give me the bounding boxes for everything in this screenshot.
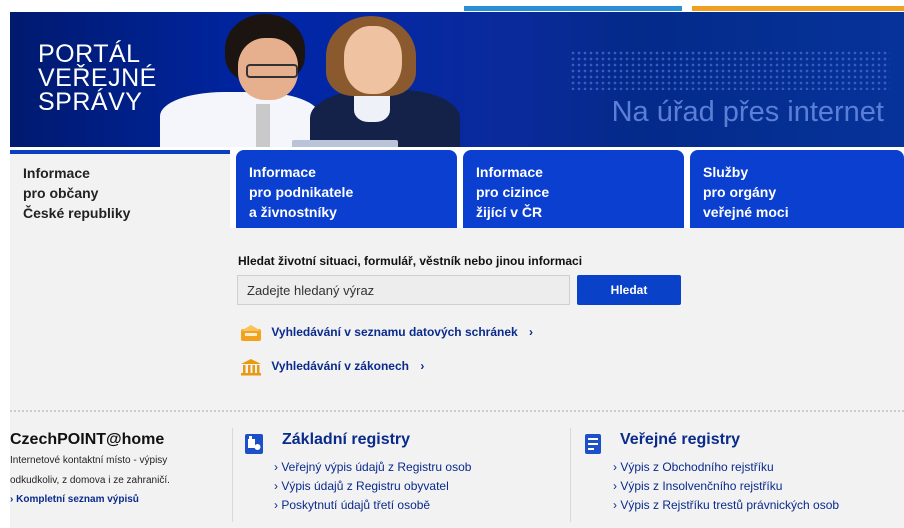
tab-label-line: žijící v ČR bbox=[476, 204, 543, 220]
chevron-right-icon: › bbox=[420, 359, 425, 374]
banner-photo-woman-collar bbox=[354, 92, 390, 122]
tab-citizens[interactable]: Informace pro občany České republiky bbox=[10, 150, 230, 228]
tab-foreigners[interactable]: Informace pro cizince žijící v ČR bbox=[463, 150, 684, 228]
header-banner: PORTÁL VEŘEJNÉ SPRÁVY Na úřad přes inter… bbox=[10, 12, 904, 147]
czechpoint-title: CzechPOINT@home bbox=[10, 431, 165, 448]
tab-label-line: pro orgány bbox=[703, 184, 777, 200]
description-line: Internetové kontaktní místo - výpisy bbox=[10, 455, 168, 466]
link-label: Vyhledávání v zákonech bbox=[271, 359, 409, 374]
logo-line: VEŘEJNÉ bbox=[38, 64, 157, 92]
tab-label-line: Informace bbox=[476, 164, 543, 180]
base-registry-link[interactable]: › Výpis údajů z Registru obyvatel bbox=[274, 477, 449, 495]
banner-dot-pattern bbox=[570, 50, 890, 90]
base-registries-title: Základní registry bbox=[282, 431, 411, 448]
logo-line: SPRÁVY bbox=[38, 88, 143, 116]
banner-photo-man-glasses bbox=[246, 64, 298, 78]
banner-photo-man-tie bbox=[256, 104, 270, 147]
logo-line: PORTÁL bbox=[38, 40, 141, 68]
databox-search-link[interactable]: Vyhledávání v seznamu datových schránek … bbox=[240, 324, 533, 344]
base-registry-icon bbox=[245, 434, 263, 454]
search-input[interactable] bbox=[237, 275, 570, 305]
tab-label-line: Informace bbox=[249, 164, 316, 180]
section-divider bbox=[10, 410, 904, 412]
public-registry-icon bbox=[585, 434, 601, 454]
banner-slogan: Na úřad přes internet bbox=[611, 96, 884, 128]
public-registry-link[interactable]: › Výpis z Insolvenčního rejstříku bbox=[613, 477, 782, 495]
tab-public-authorities[interactable]: Služby pro orgány veřejné moci bbox=[690, 150, 904, 228]
czechpoint-description: Internetové kontaktní místo - výpisy odk… bbox=[10, 451, 210, 491]
tab-label-line: pro podnikatele bbox=[249, 184, 354, 200]
courthouse-icon bbox=[241, 359, 261, 376]
link-label: Vyhledávání v seznamu datových schránek bbox=[271, 325, 518, 340]
public-registry-link[interactable]: › Výpis z Rejstříku trestů právnických o… bbox=[613, 496, 839, 514]
column-divider bbox=[232, 428, 233, 522]
mailbox-icon bbox=[241, 325, 261, 341]
description-line: odkudkoliv, z domova i ze zahraničí. bbox=[10, 475, 170, 486]
search-label: Hledat životní situaci, formulář, věstní… bbox=[238, 254, 583, 268]
public-registries-title: Veřejné registry bbox=[620, 431, 741, 448]
laws-search-link[interactable]: Vyhledávání v zákonech › bbox=[240, 358, 424, 378]
tab-label-line: Informace bbox=[23, 165, 90, 181]
chevron-right-icon: › bbox=[529, 325, 534, 340]
tab-entrepreneurs[interactable]: Informace pro podnikatele a živnostníky bbox=[236, 150, 457, 228]
tab-label-line: a živnostníky bbox=[249, 204, 337, 220]
banner-photo-laptop bbox=[292, 140, 398, 147]
banner-photo-man-shirt bbox=[160, 92, 320, 147]
portal-logo[interactable]: PORTÁL VEŘEJNÉ SPRÁVY bbox=[38, 40, 157, 116]
accent-strip-blue bbox=[464, 6, 682, 11]
full-list-link[interactable]: › Kompletní seznam výpisů bbox=[10, 494, 139, 505]
tab-label-line: Služby bbox=[703, 164, 749, 180]
search-button[interactable]: Hledat bbox=[577, 275, 681, 305]
tab-label-line: České republiky bbox=[23, 205, 131, 221]
accent-strip-orange bbox=[692, 6, 904, 11]
tab-label-line: pro občany bbox=[23, 185, 99, 201]
banner-photo-woman-face bbox=[344, 26, 402, 94]
tab-label-line: veřejné moci bbox=[703, 204, 789, 220]
base-registry-link[interactable]: › Poskytnutí údajů třetí osobě bbox=[274, 496, 430, 514]
public-registry-link[interactable]: › Výpis z Obchodního rejstříku bbox=[613, 458, 774, 476]
column-divider bbox=[570, 428, 571, 522]
base-registry-link[interactable]: › Veřejný výpis údajů z Registru osob bbox=[274, 458, 471, 476]
tab-label-line: pro cizince bbox=[476, 184, 550, 200]
